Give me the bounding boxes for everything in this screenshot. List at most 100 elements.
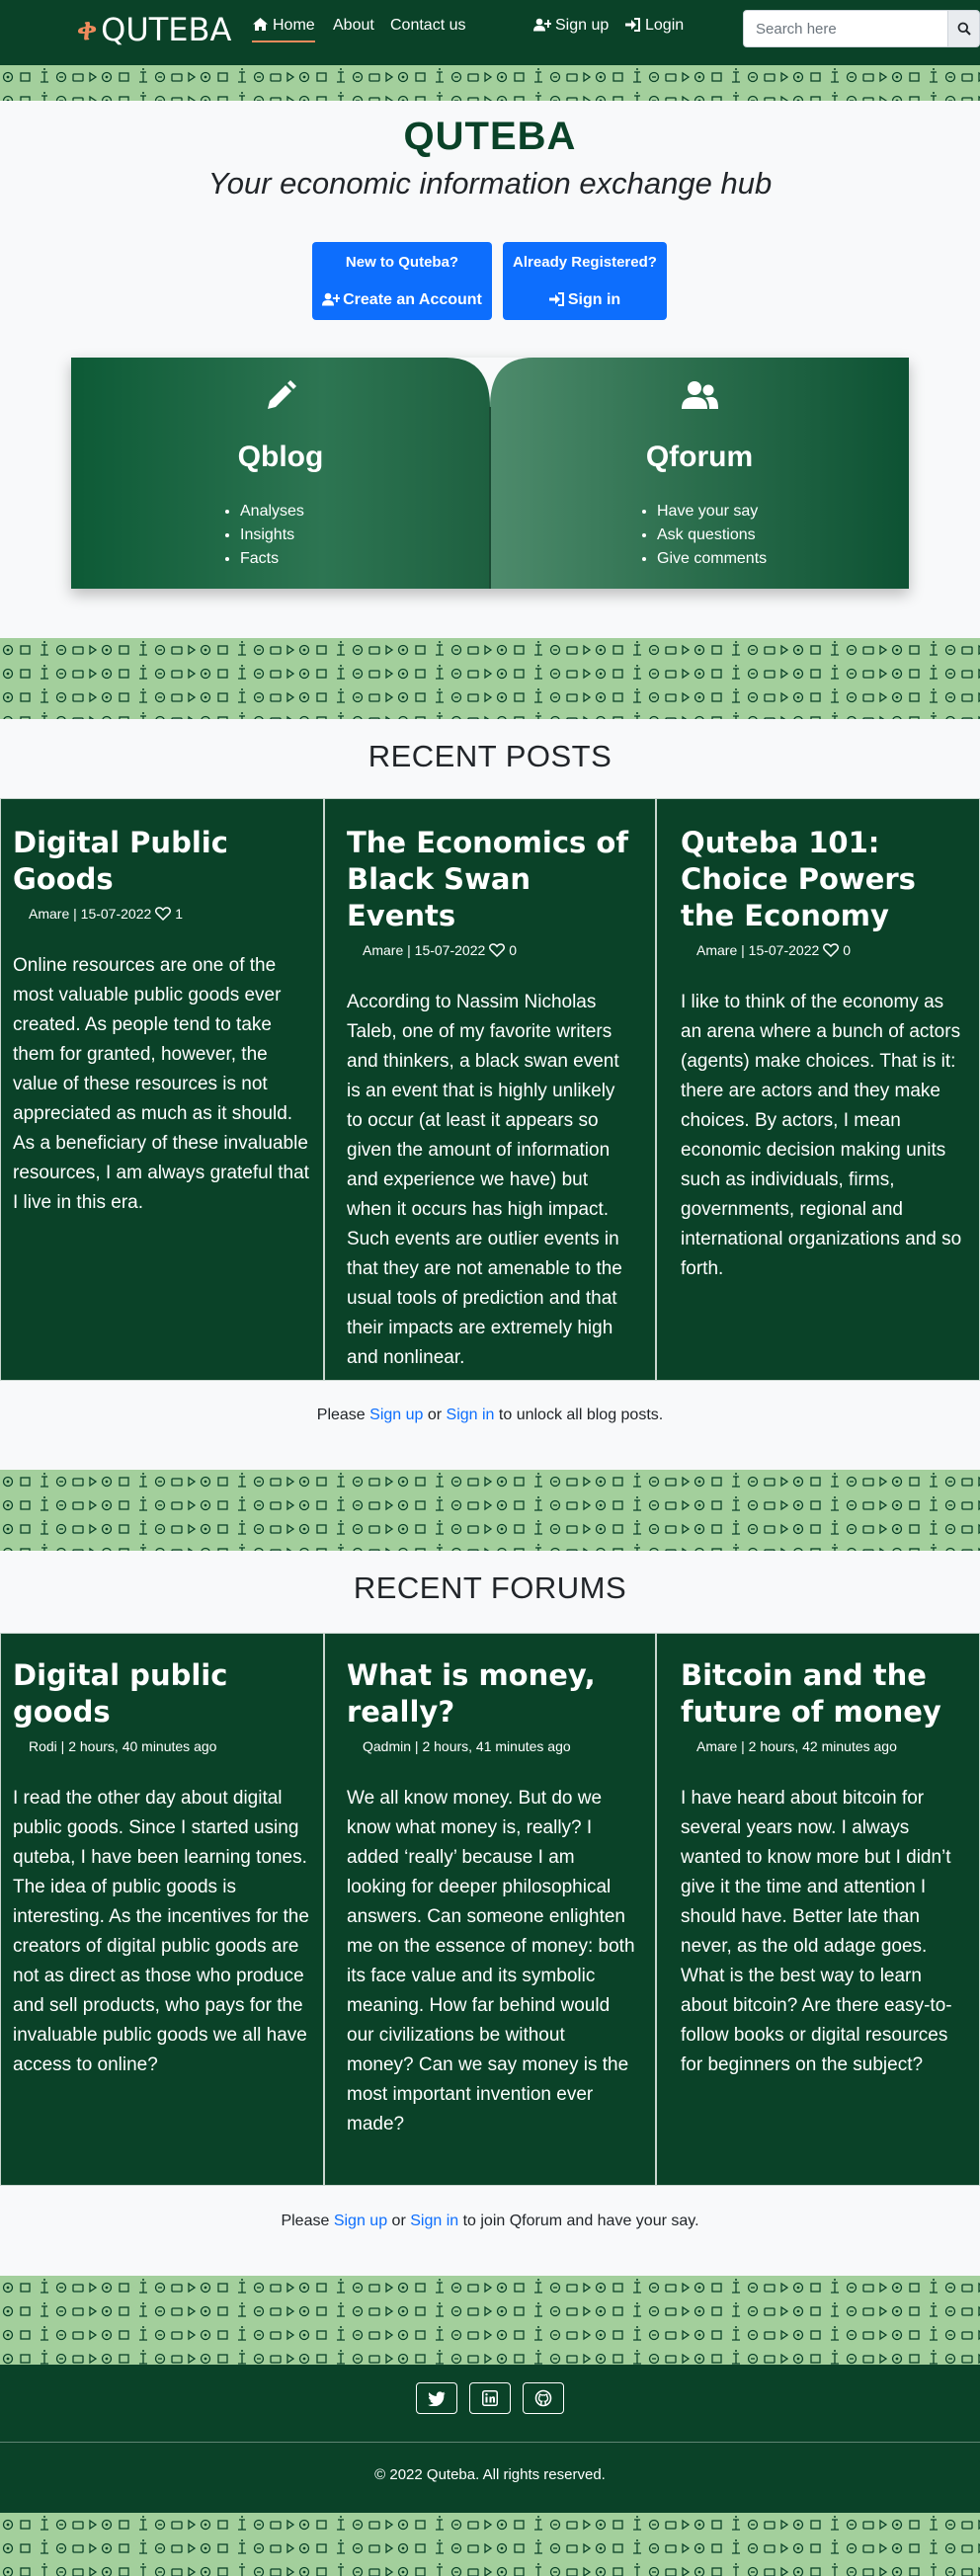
forum-author: Qadmin <box>363 1738 412 1754</box>
footer-divider <box>0 2442 980 2443</box>
brand-link[interactable]: ቀ QUTEBA <box>77 11 231 48</box>
twitter-link[interactable] <box>416 2382 457 2414</box>
twitter-icon <box>428 2390 446 2406</box>
qblog-feature: Analyses <box>240 500 304 523</box>
nav-login-label: Login <box>645 17 685 34</box>
pattern-strip-bottom <box>0 2513 980 2576</box>
search-input[interactable] <box>743 10 948 47</box>
pencil-icon <box>268 380 296 409</box>
sign-in-label: Sign in <box>567 291 621 308</box>
post-card[interactable]: The Economics of Black Swan Events Amare… <box>324 798 656 1381</box>
sign-in-button[interactable]: Already Registered? Sign in <box>503 242 667 320</box>
home-icon <box>253 18 268 31</box>
post-likes: 0 <box>843 942 852 958</box>
forum-meta: Amare | 2 hours, 42 minutes ago <box>696 1738 897 1754</box>
user-plus-icon <box>322 292 342 306</box>
forum-card[interactable]: Digital public goods Rodi | 2 hours, 40 … <box>0 1633 324 2186</box>
qblog-qforum-book: Qblog Analyses Insights Facts Qforum Hav… <box>71 358 909 589</box>
heart-icon[interactable] <box>155 907 172 921</box>
forum-title: What is money, really? <box>347 1658 596 1729</box>
posts-note-text: or <box>423 1407 447 1423</box>
forum-title: Bitcoin and the future of money <box>681 1658 941 1729</box>
create-account-label: Create an Account <box>343 291 482 308</box>
forum-meta: Qadmin | 2 hours, 41 minutes ago <box>363 1738 571 1754</box>
recent-forums-heading: RECENT FORUMS <box>353 1570 627 1605</box>
forums-note-text: or <box>387 2213 411 2229</box>
copyright-text: © 2022 Quteba. All rights reserved. <box>374 2466 606 2483</box>
nav-contact[interactable]: Contact us <box>390 17 465 35</box>
footer: © 2022 Quteba. All rights reserved. <box>0 2365 980 2513</box>
nav-about[interactable]: About <box>333 17 374 35</box>
pattern-strip-forums <box>0 1470 980 1551</box>
post-likes: 0 <box>509 942 518 958</box>
forum-time: 2 hours, 40 minutes ago <box>68 1738 217 1754</box>
github-icon <box>534 2389 552 2407</box>
users-icon <box>682 381 718 409</box>
sign-in-line: Sign in <box>503 291 667 309</box>
post-date: 15-07-2022 <box>414 942 486 958</box>
forum-excerpt: We all know money. But do we know what m… <box>347 1788 635 2134</box>
create-account-question: New to Quteba? <box>345 254 459 271</box>
pattern-strip-top <box>0 65 980 101</box>
qforum-feature: Ask questions <box>657 523 767 547</box>
github-link[interactable] <box>523 2382 564 2414</box>
post-meta: Amare | 15-07-2022 0 <box>363 942 518 958</box>
qforum-feature: Give comments <box>657 547 767 571</box>
forum-excerpt: I read the other day about digital publi… <box>13 1788 309 2075</box>
forums-signin-link[interactable]: Sign in <box>410 2213 458 2229</box>
posts-signup-link[interactable]: Sign up <box>369 1407 423 1423</box>
qblog-feature: Facts <box>240 547 304 571</box>
qforum-features: Have your say Ask questions Give comment… <box>657 500 767 571</box>
linkedin-link[interactable] <box>469 2382 511 2414</box>
heart-icon[interactable] <box>823 943 840 957</box>
nav-login[interactable]: Login <box>625 17 684 35</box>
forums-signup-note: Please Sign up or Sign in to join Qforum… <box>0 2213 980 2230</box>
post-author: Amare <box>696 942 738 958</box>
nav-signup[interactable]: Sign up <box>533 17 609 35</box>
qblog-feature: Insights <box>240 523 304 547</box>
qforum-feature: Have your say <box>657 500 767 523</box>
posts-signup-note: Please Sign up or Sign in to unlock all … <box>0 1407 980 1424</box>
search-icon <box>957 22 971 36</box>
forum-title: Digital public goods <box>13 1658 228 1729</box>
qblog-title: Qblog <box>237 441 324 473</box>
post-card[interactable]: Quteba 101: Choice Powers the Economy Am… <box>656 798 980 1381</box>
post-excerpt: According to Nassim Nicholas Taleb, one … <box>347 992 622 1368</box>
post-title: Quteba 101: Choice Powers the Economy <box>681 826 916 932</box>
already-registered-question: Already Registered? <box>513 254 657 271</box>
forums-signup-link[interactable]: Sign up <box>334 2213 387 2229</box>
pattern-strip-footer <box>0 2276 980 2365</box>
post-meta: Amare | 15-07-2022 1 <box>29 906 184 922</box>
posts-signin-link[interactable]: Sign in <box>447 1407 495 1423</box>
heart-icon[interactable] <box>489 943 506 957</box>
forums-note-text: Please <box>281 2213 334 2229</box>
nav-home[interactable]: Home <box>252 17 315 42</box>
forum-card[interactable]: What is money, really? Qadmin | 2 hours,… <box>324 1633 656 2186</box>
user-plus-icon <box>533 18 552 32</box>
forum-time: 2 hours, 42 minutes ago <box>748 1738 897 1754</box>
pattern-strip-posts <box>0 638 980 719</box>
post-date: 15-07-2022 <box>80 906 152 922</box>
navbar: ቀ QUTEBA Home About Contact us Sign up L… <box>0 0 980 65</box>
forum-author: Rodi <box>29 1738 57 1754</box>
sign-in-icon <box>625 18 640 32</box>
search-button[interactable] <box>948 10 980 47</box>
forum-card[interactable]: Bitcoin and the future of money Amare | … <box>656 1633 980 2186</box>
posts-note-text: to unlock all blog posts. <box>494 1407 664 1423</box>
brand-name: QUTEBA <box>101 11 232 48</box>
forum-excerpt: I have heard about bitcoin for several y… <box>681 1788 952 2075</box>
sign-in-icon <box>548 292 564 306</box>
linkedin-icon <box>482 2390 498 2406</box>
post-title: The Economics of Black Swan Events <box>347 826 628 932</box>
post-author: Amare <box>363 942 404 958</box>
hero-title: QUTEBA <box>403 115 577 158</box>
qblog-features: Analyses Insights Facts <box>240 500 304 571</box>
forum-meta: Rodi | 2 hours, 40 minutes ago <box>29 1738 217 1754</box>
forums-note-text: to join Qforum and have your say. <box>458 2213 699 2229</box>
create-account-button[interactable]: New to Quteba? Create an Account <box>312 242 492 320</box>
nav-home-label: Home <box>273 17 315 34</box>
post-date: 15-07-2022 <box>748 942 820 958</box>
forum-author: Amare <box>696 1738 738 1754</box>
posts-note-text: Please <box>316 1407 370 1423</box>
post-card[interactable]: Digital Public Goods Amare | 15-07-2022 … <box>0 798 324 1381</box>
